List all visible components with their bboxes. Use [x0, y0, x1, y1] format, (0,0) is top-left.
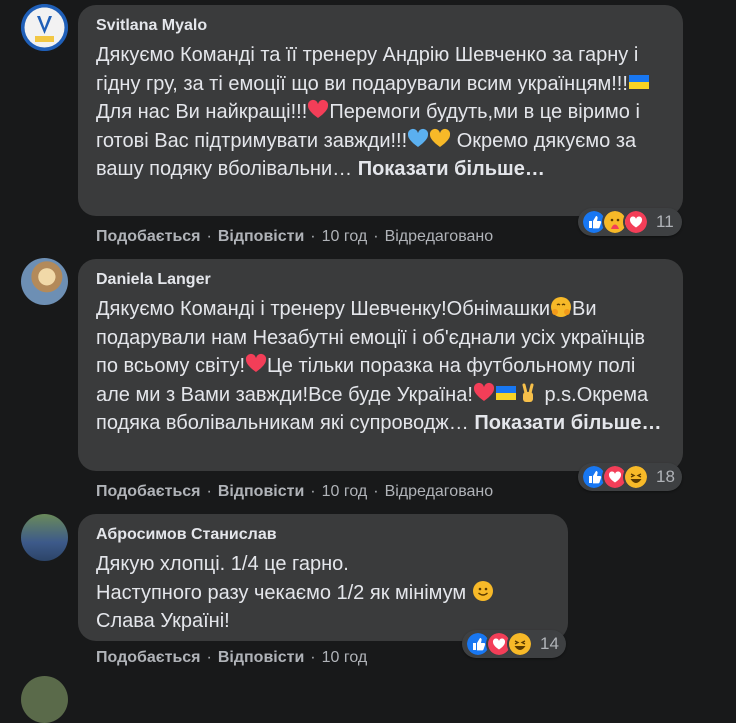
reactions-summary[interactable]: 18 — [578, 463, 682, 491]
hugging-face-icon — [551, 297, 572, 317]
separator: · — [310, 649, 316, 666]
red-heart-icon — [245, 353, 267, 372]
avatar[interactable] — [21, 676, 68, 723]
comment-author[interactable]: Daniela Langer — [96, 270, 667, 290]
comment-text-part: Для нас Ви найкращі!!! — [96, 101, 308, 123]
comment-text-part: Дякуємо Команді і тренеру Шевченку!Обнім… — [96, 298, 551, 320]
reactions-summary[interactable]: 14 — [462, 630, 566, 658]
red-heart-icon — [473, 382, 495, 401]
avatar[interactable] — [21, 258, 68, 305]
see-more-link[interactable]: Показати більше… — [474, 412, 661, 434]
like-button[interactable]: Подобається — [96, 649, 201, 666]
timestamp[interactable]: 10 год — [322, 483, 368, 500]
comment-line: Дякую хлопці. 1/4 це гарно. — [96, 553, 349, 575]
separator: · — [310, 483, 316, 500]
reaction-count: 14 — [540, 634, 559, 653]
comment-actions: Подобається · Відповісти · 10 год — [96, 648, 367, 668]
separator: · — [373, 483, 379, 500]
like-button[interactable]: Подобається — [96, 228, 201, 245]
see-more-link[interactable]: Показати більше… — [358, 158, 545, 180]
comment-bubble: Svitlana Myalo Дякуємо Команді та її тре… — [78, 5, 683, 216]
avatar[interactable] — [21, 4, 68, 51]
comment-text: Дякую хлопці. 1/4 це гарно. Наступного р… — [96, 550, 552, 636]
blue-heart-icon — [408, 128, 429, 147]
reaction-count: 11 — [656, 212, 674, 231]
reply-button[interactable]: Відповісти — [218, 228, 304, 245]
separator: · — [206, 649, 212, 666]
comment-bubble: Абросимов Станислав Дякую хлопці. 1/4 це… — [78, 514, 568, 641]
comment-bubble: Daniela Langer Дякуємо Команді і тренеру… — [78, 259, 683, 471]
reply-button[interactable]: Відповісти — [218, 649, 304, 666]
ukraine-flag-icon — [495, 385, 516, 400]
reaction-count: 18 — [656, 467, 675, 486]
love-reaction-icon — [623, 209, 649, 235]
edited-label[interactable]: Відредаговано — [385, 483, 494, 500]
like-button[interactable]: Подобається — [96, 483, 201, 500]
comment-line: Наступного разу чекаємо 1/2 як мінімум — [96, 579, 552, 608]
edited-label[interactable]: Відредаговано — [385, 228, 494, 245]
reactions-summary[interactable]: 11 — [578, 208, 682, 236]
avatar[interactable] — [21, 514, 68, 561]
comment-text-part: Дякуємо Команді та її тренеру Андрію Шев… — [96, 44, 639, 95]
timestamp[interactable]: 10 год — [322, 649, 368, 666]
separator: · — [373, 228, 379, 245]
red-heart-icon — [308, 99, 329, 118]
comment-text: Дякуємо Команді і тренеру Шевченку!Обнім… — [96, 295, 667, 438]
comment-actions: Подобається · Відповісти · 10 год · Відредагов… — [96, 482, 493, 502]
victory-hand-icon — [522, 383, 534, 402]
reply-button[interactable]: Відповісти — [218, 483, 304, 500]
yellow-heart-icon — [430, 128, 451, 147]
separator: · — [206, 483, 212, 500]
avatar-image — [21, 4, 68, 51]
comment-author[interactable]: Svitlana Myalo — [96, 16, 667, 36]
comment-author[interactable]: Абросимов Станислав — [96, 525, 552, 545]
timestamp[interactable]: 10 год — [322, 228, 368, 245]
comment-actions: Подобається · Відповісти · 10 год · Відредагов… — [96, 227, 493, 247]
separator: · — [310, 228, 316, 245]
haha-reaction-icon — [623, 464, 649, 490]
comment-text: Дякуємо Команді та її тренеру Андрію Шев… — [96, 41, 667, 184]
haha-reaction-icon — [507, 631, 533, 657]
comment-text-part: Наступного разу чекаємо 1/2 як мінімум — [96, 581, 467, 604]
smiling-face-icon — [472, 580, 493, 601]
ukraine-flag-icon — [628, 74, 649, 89]
separator: · — [206, 228, 212, 245]
